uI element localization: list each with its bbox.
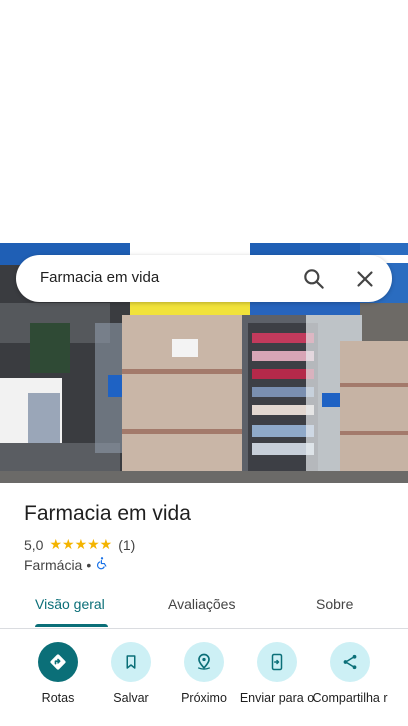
directions-label: Rotas [41,691,75,705]
review-count: (1) [118,536,136,553]
share-label: Compartilha r [312,691,388,705]
directions-button[interactable]: Rotas [20,640,96,706]
tab-reviews[interactable]: Avaliações [168,596,235,612]
tab-overview[interactable]: Visão geral [35,596,105,612]
nearby-label: Próximo [181,691,227,705]
search-bar[interactable]: Farmacia em vida [16,255,392,302]
wheelchair-accessible-icon [95,556,109,573]
rating-stars: ★★★★★ [49,536,113,552]
send-to-phone-icon [257,642,297,682]
search-icon[interactable] [301,266,327,292]
share-button[interactable]: Compartilha r [312,640,388,706]
category-row: Farmácia • [24,556,109,573]
nearby-icon [184,642,224,682]
place-category: Farmácia [24,556,83,573]
bookmark-icon [111,642,151,682]
place-title: Farmacia em vida [24,502,191,525]
save-label: Salvar [113,691,149,705]
save-button[interactable]: Salvar [93,640,169,706]
tab-bar: Visão geral Avaliações Sobre [0,584,408,629]
tab-indicator [35,624,108,627]
action-bar: Rotas Salvar Próximo Enviar para o Compa… [0,640,408,726]
share-icon [330,642,370,682]
search-query[interactable]: Farmacia em vida [40,269,159,286]
separator: • [86,556,92,573]
send-to-phone-label: Enviar para o [239,691,315,705]
close-icon[interactable] [352,266,378,292]
directions-icon [38,642,78,682]
tab-about[interactable]: Sobre [316,596,353,612]
rating-value: 5,0 [24,536,44,553]
map-area[interactable] [0,0,408,243]
rating-row[interactable]: 5,0 ★★★★★ (1) [24,536,135,553]
nearby-button[interactable]: Próximo [166,640,242,706]
send-to-phone-button[interactable]: Enviar para o [239,640,315,706]
